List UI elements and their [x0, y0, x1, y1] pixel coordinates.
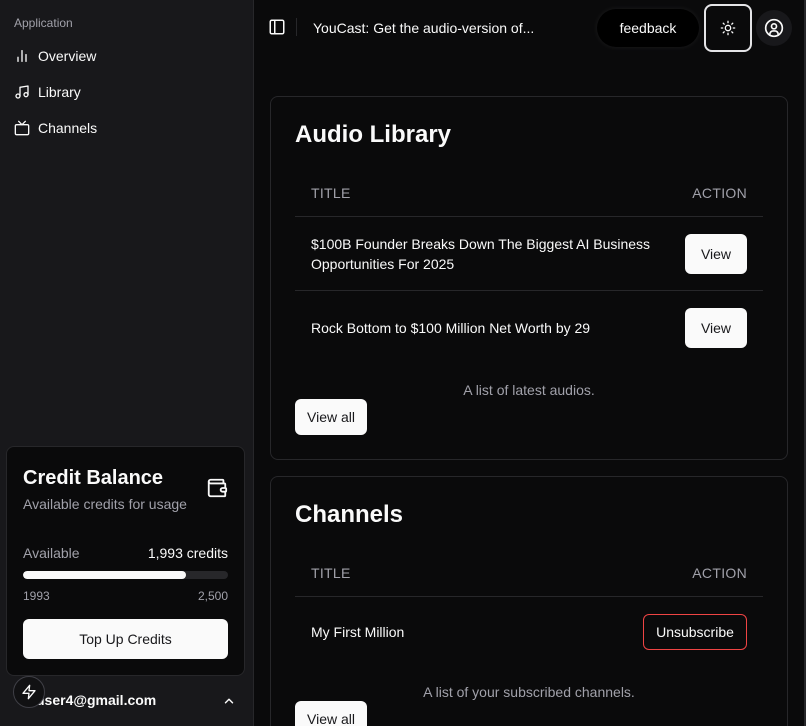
channels-table-header: TITLE ACTION	[295, 549, 763, 597]
user-email: user4@gmail.com	[36, 692, 157, 708]
audio-title: Rock Bottom to $100 Million Net Worth by…	[311, 319, 591, 336]
credit-max: 2,500	[197, 589, 228, 603]
credit-range: 1993 2,500	[23, 589, 228, 603]
table-row: My First Million Unsubscribe	[295, 598, 763, 666]
top-up-credits-button[interactable]: Top Up Credits	[23, 619, 228, 659]
channels-title: Channels	[295, 501, 404, 528]
sidebar-group-label: Application	[14, 16, 73, 30]
audio-library-card: Audio Library TITLE ACTION $100B Founder…	[270, 96, 788, 460]
channels-card: Channels TITLE ACTION My First Million U…	[270, 476, 788, 726]
sidebar-item-library[interactable]: Library	[6, 78, 248, 106]
column-header-title: TITLE	[311, 564, 351, 581]
sidebar-toggle-icon[interactable]	[268, 18, 286, 36]
table-row: $100B Founder Breaks Down The Biggest AI…	[295, 218, 763, 291]
page-title: YouCast: Get the audio-version of...	[313, 20, 535, 36]
lightning-icon	[22, 684, 36, 700]
library-caption: A list of latest audios.	[463, 382, 595, 398]
music-note-icon	[15, 85, 29, 99]
audio-library-title: Audio Library	[295, 121, 452, 148]
credit-balance-title: Credit Balance	[23, 467, 164, 489]
view-all-audios-button[interactable]: View all	[295, 399, 367, 435]
credit-progress-fill	[23, 571, 187, 579]
sidebar-item-label: Overview	[38, 48, 97, 64]
quick-action-button[interactable]	[13, 676, 45, 708]
view-button[interactable]: View	[685, 234, 747, 274]
column-header-action: ACTION	[692, 564, 747, 581]
channel-title: My First Million	[311, 624, 405, 640]
audio-title: $100B Founder Breaks Down The Biggest AI…	[311, 236, 651, 272]
column-header-action: ACTION	[692, 184, 747, 201]
theme-toggle-button[interactable]	[704, 4, 752, 52]
credit-balance-card: Credit Balance Available credits for usa…	[6, 446, 245, 676]
table-row: Rock Bottom to $100 Million Net Worth by…	[295, 291, 763, 364]
account-button[interactable]	[756, 10, 792, 46]
credit-balance-subtitle: Available credits for usage	[23, 496, 187, 512]
channels-caption: A list of your subscribed channels.	[423, 684, 635, 700]
credit-available-row: Available 1,993 credits	[23, 545, 228, 561]
view-button[interactable]: View	[685, 307, 747, 348]
sidebar: Application Overview Library Channels Cr…	[0, 0, 254, 726]
view-all-channels-button[interactable]: View all	[295, 701, 367, 726]
credit-available-label: Available	[23, 545, 80, 561]
header-separator	[296, 18, 297, 36]
unsubscribe-button[interactable]: Unsubscribe	[643, 614, 747, 650]
chevron-up-icon	[224, 698, 234, 704]
library-table-header: TITLE ACTION	[295, 169, 763, 217]
user-circle-icon	[764, 18, 784, 38]
credit-available-value: 1,993 credits	[147, 545, 228, 561]
wallet-icon	[207, 478, 228, 498]
feedback-button[interactable]: feedback	[597, 9, 699, 47]
sidebar-item-channels[interactable]: Channels	[6, 114, 248, 142]
sidebar-item-overview[interactable]: Overview	[6, 42, 248, 70]
credit-current: 1993	[23, 589, 50, 603]
credit-progress-bar	[23, 571, 228, 579]
sidebar-nav: Overview Library Channels	[6, 42, 248, 150]
tv-icon	[14, 120, 30, 136]
sidebar-item-label: Library	[38, 84, 81, 100]
sun-icon	[720, 20, 736, 36]
sidebar-item-label: Channels	[38, 120, 98, 136]
bar-chart-icon	[17, 50, 27, 62]
top-header: YouCast: Get the audio-version of... fee…	[254, 0, 806, 56]
column-header-title: TITLE	[311, 184, 351, 201]
